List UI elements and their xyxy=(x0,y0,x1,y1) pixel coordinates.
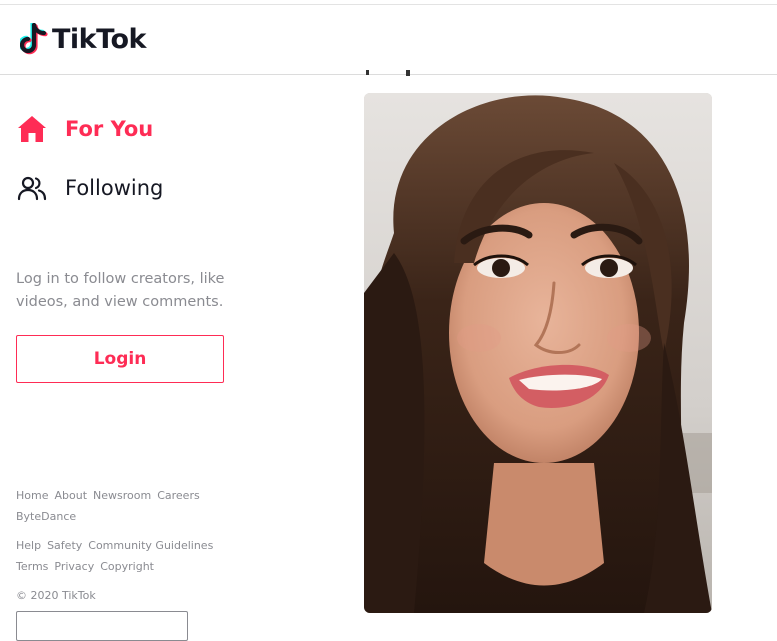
video-player[interactable] xyxy=(364,93,712,613)
tiktok-logo[interactable]: TikTok xyxy=(20,23,146,57)
login-prompt-text: Log in to follow creators, like videos, … xyxy=(16,271,225,310)
app-name: TikTok xyxy=(52,24,146,55)
footer-link-home[interactable]: Home xyxy=(16,485,48,506)
tiktok-note-icon xyxy=(20,23,48,55)
login-button[interactable]: Login xyxy=(16,335,224,383)
nav-for-you[interactable]: For You xyxy=(16,113,153,145)
nav-following[interactable]: Following xyxy=(16,172,163,204)
footer-link-community-guidelines[interactable]: Community Guidelines xyxy=(88,535,213,556)
footer-links-group-2: Help Safety Community Guidelines Terms P… xyxy=(16,535,256,577)
home-icon xyxy=(18,116,46,142)
footer: Home About Newsroom Careers ByteDance He… xyxy=(16,485,256,606)
footer-link-careers[interactable]: Careers xyxy=(157,485,200,506)
footer-copyright: © 2020 TikTok xyxy=(16,589,96,602)
nav-following-label: Following xyxy=(65,176,164,200)
footer-link-about[interactable]: About xyxy=(54,485,87,506)
people-icon xyxy=(17,176,47,201)
footer-links-group-1: Home About Newsroom Careers ByteDance xyxy=(16,485,256,527)
footer-link-help[interactable]: Help xyxy=(16,535,41,556)
top-bar: TikTok xyxy=(0,5,777,75)
footer-link-safety[interactable]: Safety xyxy=(47,535,82,556)
footer-link-copyright[interactable]: Copyright xyxy=(100,556,154,577)
video-header-fragment xyxy=(366,70,410,76)
footer-link-terms[interactable]: Terms xyxy=(16,556,48,577)
language-select[interactable] xyxy=(16,611,188,641)
nav-for-you-label: For You xyxy=(65,117,154,141)
footer-link-bytedance[interactable]: ByteDance xyxy=(16,506,76,527)
footer-link-privacy[interactable]: Privacy xyxy=(54,556,94,577)
video-frame xyxy=(364,93,712,613)
footer-link-newsroom[interactable]: Newsroom xyxy=(93,485,151,506)
